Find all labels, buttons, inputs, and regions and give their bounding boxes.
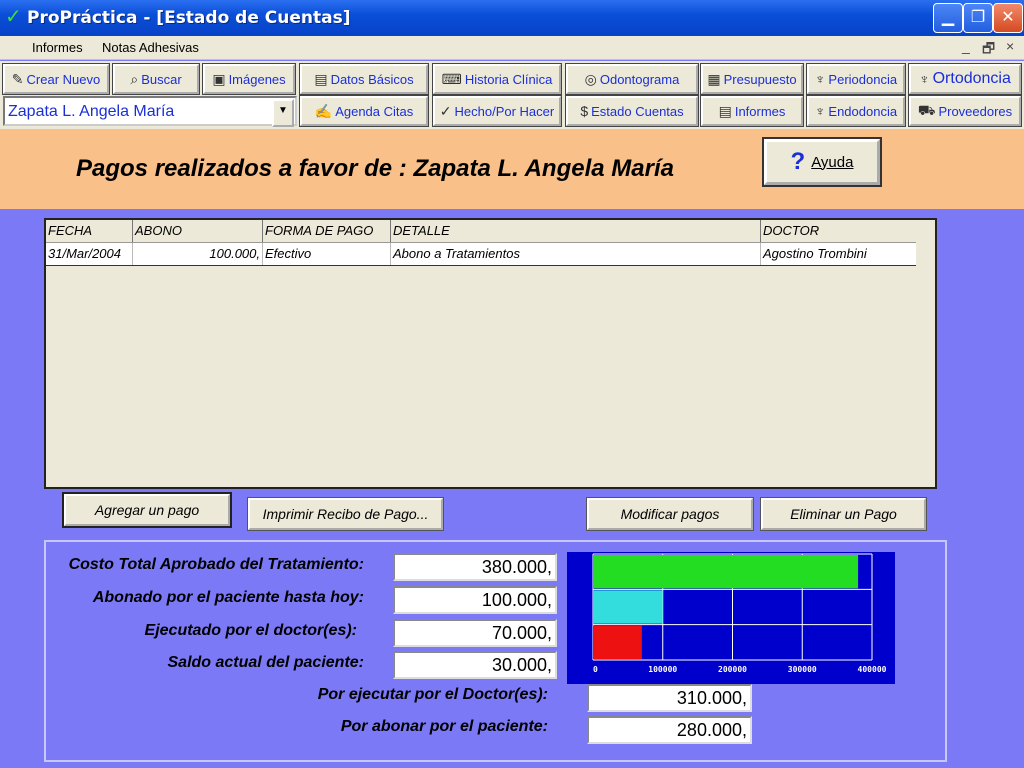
menu-bar: Informes Notas Adhesivas _ 🗗 × xyxy=(0,36,1024,60)
new-patient-icon: ✎ xyxy=(11,70,24,87)
chart-tick-label: 100000 xyxy=(648,665,677,674)
ejecutado-field: 70.000, xyxy=(393,619,557,647)
cell-fecha: 31/Mar/2004 xyxy=(46,243,133,265)
chart-bar-1 xyxy=(593,555,859,589)
column-header-abono[interactable]: ABONO xyxy=(133,220,263,242)
cell-detalle: Abono a Tratamientos xyxy=(391,243,761,265)
id-card-icon: ▤ xyxy=(314,70,328,87)
payments-table: FECHA ABONO FORMA DE PAGO DETALLE DOCTOR… xyxy=(44,218,937,489)
hecho-por-hacer-button[interactable]: ✓ Hecho/Por Hacer xyxy=(432,95,562,127)
chart-tick-label: 300000 xyxy=(788,665,817,674)
camera-icon: ▣ xyxy=(212,70,226,87)
binoculars-icon: ⌕ xyxy=(130,70,139,87)
buscar-button[interactable]: ⌕ Buscar xyxy=(112,63,200,95)
report-icon: ▤ xyxy=(718,102,732,119)
proveedores-button[interactable]: ⛟ Proveedores xyxy=(908,95,1022,127)
chart-bar-2 xyxy=(593,590,663,624)
presupuesto-button[interactable]: ▦ Presupuesto xyxy=(700,63,804,95)
por-abonar-label: Por abonar por el paciente: xyxy=(340,718,548,735)
costo-total-label: Costo Total Aprobado del Tratamiento: xyxy=(68,556,364,573)
account-chart: 0 100000 200000 300000 400000 xyxy=(567,552,895,684)
calendar-icon: ✍ xyxy=(314,102,333,119)
close-button[interactable]: ✕ xyxy=(993,3,1023,33)
crear-nuevo-button[interactable]: ✎ Crear Nuevo xyxy=(2,63,110,95)
calculator-icon: ▦ xyxy=(707,70,721,87)
page-title: Pagos realizados a favor de : Zapata L. … xyxy=(76,155,674,182)
ejecutado-label: Ejecutado por el doctor(es): xyxy=(144,622,357,639)
column-header-doctor[interactable]: DOCTOR xyxy=(761,220,916,242)
chart-bar-3 xyxy=(593,625,642,659)
historia-clinica-button[interactable]: ⌨ Historia Clínica xyxy=(432,63,562,95)
cell-abono: 100.000, xyxy=(133,243,263,265)
abonado-field: 100.000, xyxy=(393,586,557,614)
window-title: ProPráctica - [Estado de Cuentas] xyxy=(27,8,351,28)
add-payment-button[interactable]: Agregar un pago xyxy=(62,492,232,528)
patient-select[interactable]: Zapata L. Angela María ▼ xyxy=(3,96,297,127)
checkmark-icon: ✓ xyxy=(439,102,452,119)
mdi-restore-button[interactable]: 🗗 xyxy=(982,38,995,62)
header-band: Pagos realizados a favor de : Zapata L. … xyxy=(0,129,1024,209)
delete-payment-button[interactable]: Eliminar un Pago xyxy=(760,497,927,531)
table-row[interactable]: 31/Mar/2004 100.000, Efectivo Abono a Tr… xyxy=(46,242,916,266)
help-label: Ayuda xyxy=(811,153,854,171)
tooth-icon: ♆ xyxy=(814,71,826,87)
ortodoncia-button[interactable]: ♆ Ortodoncia xyxy=(908,63,1022,95)
agenda-citas-button[interactable]: ✍ Agenda Citas xyxy=(299,95,429,127)
mdi-minimize-button[interactable]: _ xyxy=(962,38,970,54)
table-header: FECHA ABONO FORMA DE PAGO DETALLE DOCTOR xyxy=(46,220,916,242)
por-ejecutar-field: 310.000, xyxy=(587,684,752,712)
por-ejecutar-label: Por ejecutar por el Doctor(es): xyxy=(317,686,548,703)
por-abonar-field: 280.000, xyxy=(587,716,752,744)
braces-icon: ♆ xyxy=(919,71,930,87)
keyboard-icon: ⌨ xyxy=(441,70,462,87)
costo-total-field: 380.000, xyxy=(393,553,557,581)
patient-select-value: Zapata L. Angela María xyxy=(8,103,175,120)
tooth-chart-icon: ◎ xyxy=(584,70,597,87)
supplier-icon: ⛟ xyxy=(917,101,936,118)
abonado-label: Abonado por el paciente hasta hoy: xyxy=(92,589,364,606)
title-bar: ✓ ProPráctica - [Estado de Cuentas] ▁ ❐ … xyxy=(0,0,1024,36)
odontograma-button[interactable]: ◎ Odontograma xyxy=(565,63,699,95)
modify-payments-button[interactable]: Modificar pagos xyxy=(586,497,754,531)
cell-forma-pago: Efectivo xyxy=(263,243,391,265)
saldo-label: Saldo actual del paciente: xyxy=(167,654,365,671)
imagenes-button[interactable]: ▣ Imágenes xyxy=(202,63,296,95)
money-icon: $ xyxy=(580,103,589,119)
column-header-fecha[interactable]: FECHA xyxy=(46,220,133,242)
app-check-icon: ✓ xyxy=(5,4,22,28)
informes-button[interactable]: ▤ Informes xyxy=(700,95,804,127)
chart-svg: 0 100000 200000 300000 400000 xyxy=(592,553,887,674)
print-receipt-button[interactable]: Imprimir Recibo de Pago... xyxy=(247,497,444,531)
cell-doctor: Agostino Trombini xyxy=(763,246,867,261)
endodoncia-button[interactable]: ♆ Endodoncia xyxy=(806,95,906,127)
chart-tick-label: 200000 xyxy=(718,665,747,674)
chevron-down-icon[interactable]: ▼ xyxy=(272,99,294,127)
estado-cuentas-button[interactable]: $ Estado Cuentas xyxy=(565,95,699,127)
mdi-close-button[interactable]: × xyxy=(1006,38,1014,54)
help-button[interactable]: ? Ayuda xyxy=(762,137,882,187)
periodoncia-button[interactable]: ♆ Periodoncia xyxy=(806,63,906,95)
menu-notas-adhesivas[interactable]: Notas Adhesivas xyxy=(102,40,199,55)
tooth-root-icon: ♆ xyxy=(814,103,826,119)
chart-tick-label: 400000 xyxy=(858,665,887,674)
minimize-button[interactable]: ▁ xyxy=(933,3,963,33)
column-header-detalle[interactable]: DETALLE xyxy=(391,220,761,242)
datos-basicos-button[interactable]: ▤ Datos Básicos xyxy=(299,63,429,95)
chart-tick-label: 0 xyxy=(593,665,598,674)
column-header-forma-pago[interactable]: FORMA DE PAGO xyxy=(263,220,391,242)
restore-button[interactable]: ❐ xyxy=(963,3,993,33)
question-icon: ? xyxy=(790,148,806,175)
menu-informes[interactable]: Informes xyxy=(32,40,83,55)
saldo-field: 30.000, xyxy=(393,651,557,679)
